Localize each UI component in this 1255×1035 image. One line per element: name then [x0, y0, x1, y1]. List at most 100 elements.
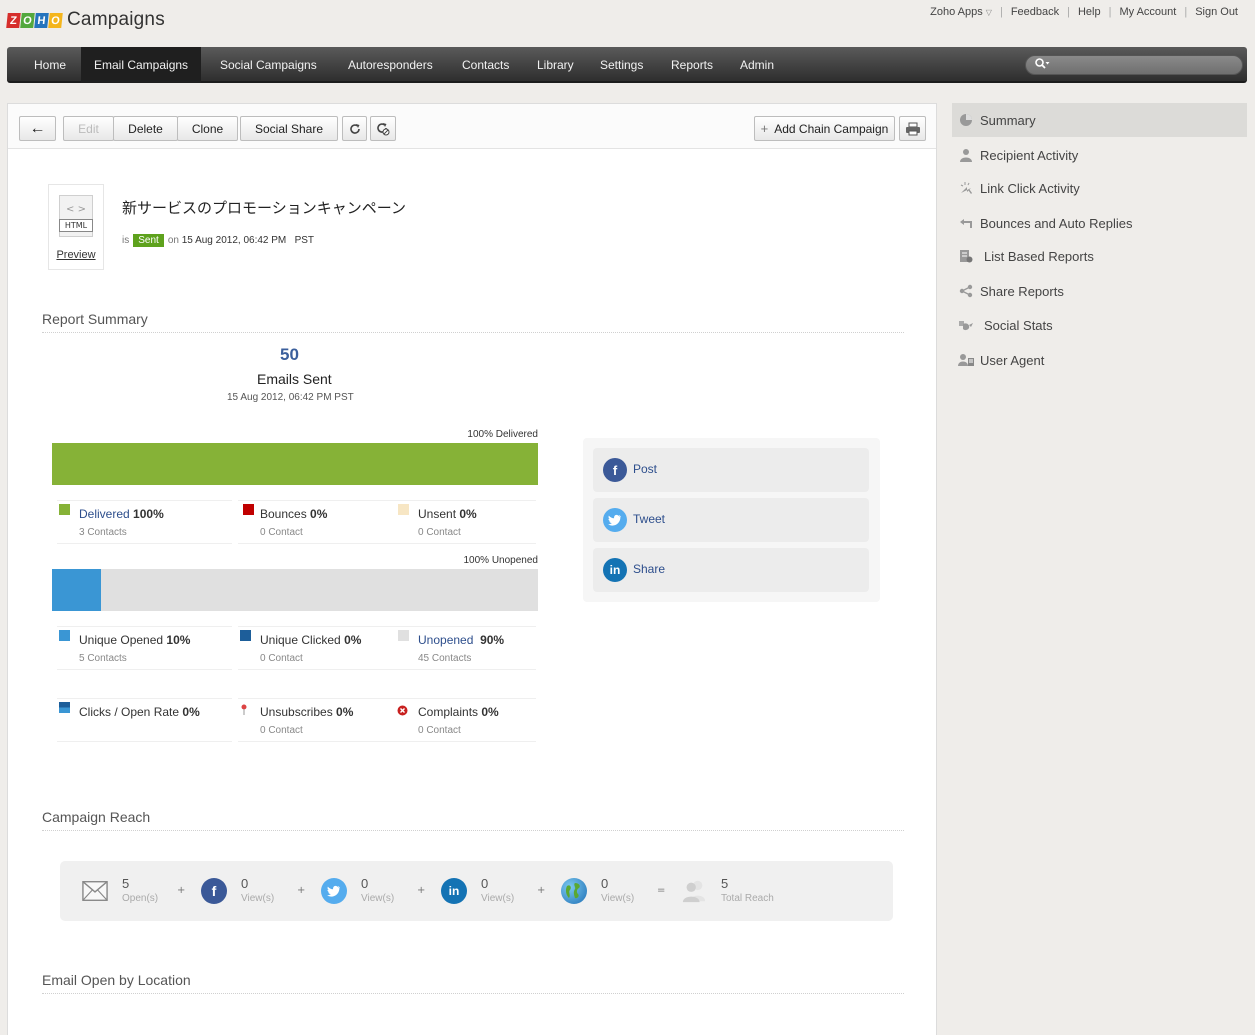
edit-button[interactable]: Edit [63, 116, 114, 141]
tweet-label: Tweet [633, 512, 666, 526]
bounces-label: Bounces 0% [260, 507, 327, 521]
social-share-button[interactable]: Social Share [240, 116, 338, 141]
reach-facebook-unit: View(s) [241, 893, 275, 904]
stat-bounces: Bounces 0% 0 Contact [238, 500, 413, 544]
click-open-rate-pct: 0% [182, 705, 200, 719]
unsent-label: Unsent 0% [418, 507, 477, 521]
share-icon [958, 283, 974, 299]
campaign-meta: is Sent on 15 Aug 2012, 06:42 PM PST [122, 234, 314, 247]
twitter-icon [603, 508, 627, 532]
email-open-by-location-title: Email Open by Location [42, 972, 191, 988]
clone-button[interactable]: Clone [177, 116, 238, 141]
refresh-cancel-button[interactable] [370, 116, 396, 141]
refresh-cancel-icon [377, 122, 390, 135]
printer-icon [905, 122, 920, 135]
my-account-link[interactable]: My Account [1111, 6, 1184, 18]
unopened-contacts: 45 Contacts [418, 653, 472, 664]
sidebar-item-bounces-auto-replies[interactable]: Bounces and Auto Replies [952, 206, 1247, 240]
facebook-post-button[interactable]: f Post [593, 448, 869, 492]
nav-settings[interactable]: Settings [587, 47, 656, 83]
zoho-letter: O [20, 12, 35, 28]
sidebar-item-label: Summary [980, 112, 1036, 128]
globe-icon [561, 878, 587, 904]
nav-home[interactable]: Home [21, 47, 79, 83]
sidebar-item-user-agent[interactable]: User Agent [952, 343, 1247, 377]
zoho-apps-link[interactable]: Zoho Apps ▽ [922, 6, 1000, 18]
pie-chart-icon [958, 112, 974, 128]
preview-link[interactable]: Preview [49, 249, 103, 261]
toolbar: ← Edit Delete Clone Social Share + Add Ch… [8, 104, 936, 149]
bounces-text: Bounces [260, 507, 307, 521]
sidebar-item-recipient-activity[interactable]: Recipient Activity [952, 138, 1247, 172]
sidebar-item-link-click-activity[interactable]: Link Click Activity [952, 171, 1247, 205]
plus-sign: + [417, 885, 426, 896]
person-icon [958, 147, 974, 163]
unopened-link[interactable]: Unopened 90% [418, 633, 504, 647]
envelope-icon [82, 878, 108, 904]
legend-swatch [398, 630, 409, 641]
back-button[interactable]: ← [19, 116, 56, 141]
reach-linkedin-value: 0 [481, 876, 489, 891]
unique-clicked-contacts: 0 Contact [260, 653, 303, 664]
main-panel: ← Edit Delete Clone Social Share + Add Ch… [7, 103, 937, 1035]
unsubscribes-contacts: 0 Contact [260, 725, 303, 736]
legend-swatch [243, 504, 254, 515]
nav-email-campaigns[interactable]: Email Campaigns [81, 47, 202, 83]
delete-button[interactable]: Delete [113, 116, 178, 141]
sign-out-link[interactable]: Sign Out [1187, 6, 1238, 18]
open-bar-label: 100% Unopened [463, 555, 538, 566]
add-chain-campaign-button[interactable]: + Add Chain Campaign [754, 116, 895, 141]
nav-social-campaigns[interactable]: Social Campaigns [207, 47, 330, 83]
unsent-text: Unsent [418, 507, 457, 521]
reach-twitter-unit: View(s) [361, 893, 395, 904]
reach-linkedin-unit: View(s) [481, 893, 515, 904]
delivered-link[interactable]: Delivered 100% [79, 507, 164, 521]
nav-reports[interactable]: Reports [658, 47, 726, 83]
refresh-button[interactable] [342, 116, 367, 141]
app-logo[interactable]: Z O H O Campaigns [6, 8, 165, 32]
feedback-link[interactable]: Feedback [1003, 6, 1067, 18]
twitter-icon [321, 878, 347, 904]
help-link[interactable]: Help [1070, 6, 1109, 18]
cursor-click-icon [958, 180, 974, 196]
unsubscribe-icon [240, 701, 251, 715]
sidebar-item-share-reports[interactable]: Share Reports [952, 274, 1247, 308]
reach-web-value: 0 [601, 876, 609, 891]
twitter-tweet-button[interactable]: Tweet [593, 498, 869, 542]
plus-sign: + [537, 885, 546, 896]
stat-unique-clicked: Unique Clicked 0% 0 Contact [238, 626, 413, 670]
html-tag: HTML [59, 219, 93, 232]
html-preview-thumbnail[interactable]: < > HTML Preview [48, 184, 104, 270]
sidebar-item-list-based-reports[interactable]: List Based Reports [952, 239, 1247, 273]
sidebar-item-summary[interactable]: Summary [952, 103, 1247, 137]
emails-sent-label: Emails Sent [257, 371, 332, 387]
search-icon[interactable] [1034, 57, 1050, 74]
delivered-label: Delivered [79, 507, 130, 521]
is-label: is [122, 235, 130, 246]
nav-autoresponders[interactable]: Autoresponders [335, 47, 446, 83]
complaints-contacts: 0 Contact [418, 725, 461, 736]
nav-library[interactable]: Library [524, 47, 587, 83]
nav-admin[interactable]: Admin [727, 47, 787, 83]
unique-opened-pct: 10% [166, 633, 191, 647]
print-button[interactable] [899, 116, 926, 141]
share-label: Share [633, 562, 666, 576]
linkedin-share-button[interactable]: in Share [593, 548, 869, 592]
stat-unsubscribes: Unsubscribes 0% 0 Contact [238, 698, 413, 742]
social-share-panel: f Post Tweet in Share [583, 438, 880, 602]
stat-delivered: Delivered 100% 3 Contacts [57, 500, 232, 544]
legend-swatch [59, 702, 70, 713]
nav-contacts[interactable]: Contacts [449, 47, 522, 83]
linkedin-icon: in [603, 558, 627, 582]
status-badge: Sent [133, 234, 164, 247]
on-label: on [167, 235, 179, 246]
reply-icon [958, 215, 974, 231]
sent-date: 15 Aug 2012, 06:42 PM [181, 235, 287, 246]
search-input[interactable] [1025, 55, 1243, 75]
unsubscribes-text: Unsubscribes [260, 705, 333, 719]
campaign-title: 新サービスのプロモーションキャンペーン [122, 199, 406, 217]
campaign-reach-title: Campaign Reach [42, 809, 151, 825]
sidebar-item-social-stats[interactable]: Social Stats [952, 308, 1247, 342]
legend-swatch [398, 504, 409, 515]
delivery-bar-label: 100% Delivered [467, 429, 538, 440]
